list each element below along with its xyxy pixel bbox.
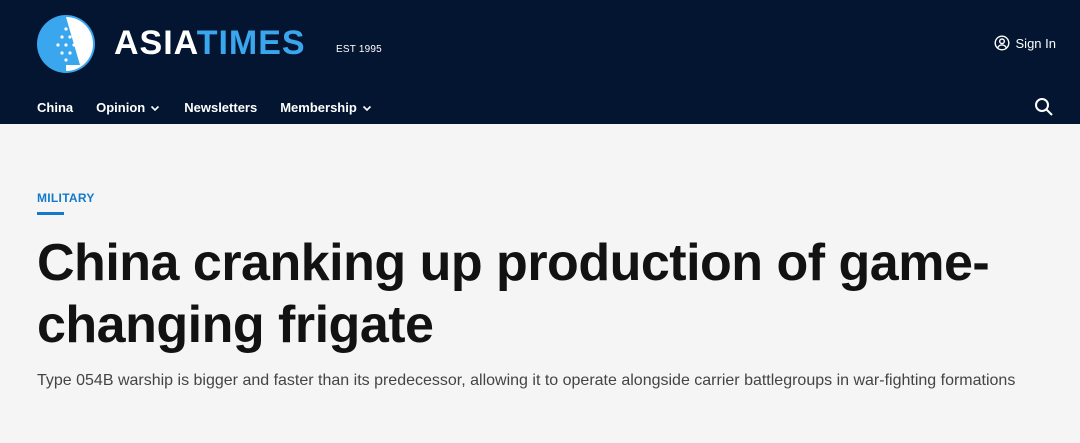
- chevron-down-icon: [362, 105, 371, 111]
- nav-item-label: Newsletters: [184, 100, 258, 115]
- category-link[interactable]: MILITARY: [37, 191, 95, 205]
- search-icon: [1035, 98, 1053, 116]
- chevron-down-icon: [151, 105, 160, 111]
- article-dek: Type 054B warship is bigger and faster t…: [37, 372, 1016, 389]
- nav-item-china[interactable]: China: [37, 100, 73, 115]
- site-header: ASIATIMES EST 1995 Sign In China Opinion…: [0, 0, 1080, 124]
- nav-item-opinion[interactable]: Opinion: [96, 100, 161, 115]
- site-logo[interactable]: ASIATIMES EST 1995: [37, 15, 382, 73]
- sign-in-button[interactable]: Sign In: [994, 35, 1056, 51]
- article-headline: China cranking up production of game-cha…: [37, 234, 990, 354]
- sign-in-label: Sign In: [1015, 35, 1056, 51]
- logo-mark-icon: [37, 15, 95, 73]
- wordmark-asia: ASIA: [114, 24, 197, 62]
- wordmark: ASIATIMES: [114, 26, 306, 60]
- nav-item-newsletters[interactable]: Newsletters: [184, 100, 257, 115]
- wordmark-times: TIMES: [196, 24, 306, 62]
- nav-item-label: China: [37, 100, 74, 115]
- nav-item-label: Membership: [280, 100, 357, 115]
- established-label: EST 1995: [336, 44, 382, 55]
- main-nav: China Opinion Newsletters Membership: [37, 100, 396, 115]
- user-icon: [994, 35, 1010, 51]
- nav-item-membership[interactable]: Membership: [280, 100, 373, 115]
- nav-item-label: Opinion: [96, 100, 146, 115]
- search-button[interactable]: [1034, 97, 1054, 117]
- category-underline: [37, 212, 64, 215]
